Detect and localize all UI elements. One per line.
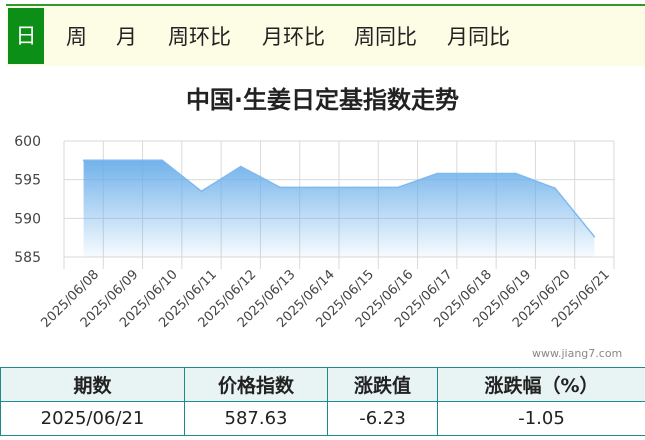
header-change-value: 涨跌值 (327, 367, 438, 402)
data-point (318, 186, 321, 189)
data-point (436, 172, 439, 175)
header-change-percent: 涨跌幅（%） (437, 367, 645, 402)
price-index-chart: 6005955905852025/06/082025/06/092025/06/… (14, 134, 615, 331)
cell-period: 2025/06/21 (0, 401, 185, 436)
data-point (122, 159, 124, 162)
data-point (279, 186, 281, 189)
y-tick-label: 595 (14, 173, 41, 189)
data-point (554, 187, 556, 189)
cell-price-index: 587.63 (184, 401, 328, 436)
y-tick-label: 600 (14, 134, 41, 150)
data-point (200, 190, 203, 193)
data-point (82, 159, 85, 162)
watermark: www.jiang7.com (532, 347, 623, 360)
cell-change-value: -6.23 (327, 401, 438, 436)
header-price-index: 价格指数 (184, 367, 328, 402)
cell-change-percent: -1.05 (437, 401, 645, 436)
data-point (357, 186, 360, 189)
y-tick-label: 590 (14, 211, 41, 227)
summary-data-row: 2025/06/21 587.63 -6.23 -1.05 (0, 401, 645, 436)
data-point (397, 186, 399, 189)
data-point (239, 165, 242, 168)
data-point (161, 159, 164, 162)
summary-table: 期数 价格指数 涨跌值 涨跌幅（%） 2025/06/21 587.63 -6.… (0, 367, 645, 436)
summary-header-row: 期数 价格指数 涨跌值 涨跌幅（%） (0, 367, 645, 402)
data-point (475, 172, 478, 175)
data-point (593, 235, 596, 238)
y-tick-label: 585 (14, 250, 41, 266)
data-point (514, 172, 517, 175)
header-period: 期数 (0, 367, 185, 402)
